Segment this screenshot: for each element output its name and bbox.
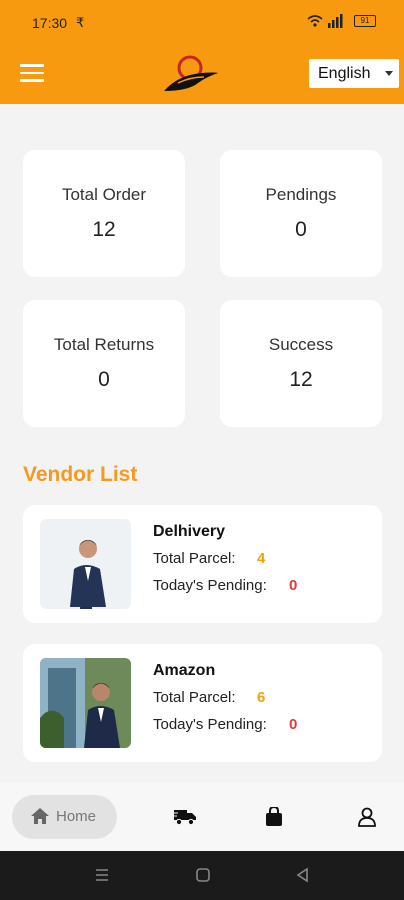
pending-count: 0 [289,577,298,594]
stat-card-total-returns[interactable]: Total Returns 0 [23,300,185,427]
battery-icon: 91 [354,15,376,27]
home-button-icon[interactable] [195,867,211,883]
profile-icon[interactable] [358,807,376,827]
stat-value: 12 [92,218,116,241]
system-navigation-bar [0,851,404,900]
app-header: 17:30 ₹ 91 English [0,0,404,104]
hamburger-line [20,64,44,67]
total-parcel-row: Total Parcel: 4 [153,550,265,567]
brand-logo [164,55,218,91]
stat-value: 0 [295,218,307,241]
bottom-navigation: Home [0,783,404,851]
status-time: 17:30 [32,15,68,31]
total-parcel-count: 6 [257,689,266,706]
stat-card-success[interactable]: Success 12 [220,300,382,427]
recent-apps-icon[interactable] [94,867,110,883]
language-selected: English [318,65,371,82]
vendor-card[interactable]: Delhivery Total Parcel: 4 Today's Pendin… [23,505,382,623]
vendor-photo [40,658,131,748]
wifi-signal-icon [307,14,343,28]
nav-home-label: Home [56,808,97,825]
pending-label: Today's Pending: [153,716,267,733]
back-icon[interactable] [295,867,311,883]
vendor-card[interactable]: Amazon Total Parcel: 6 Today's Pending: … [23,644,382,762]
total-parcel-row: Total Parcel: 6 [153,689,265,706]
language-select[interactable]: English [309,59,399,88]
pending-label: Today's Pending: [153,577,267,594]
stat-card-pendings[interactable]: Pendings 0 [220,150,382,277]
stat-value: 0 [98,368,110,391]
stat-card-total-order[interactable]: Total Order 12 [23,150,185,277]
vendor-photo [40,519,131,609]
pending-count: 0 [289,716,298,733]
stat-label: Success [268,335,334,354]
status-bar: 17:30 ₹ 91 [0,0,404,46]
total-parcel-count: 4 [257,550,266,567]
hamburger-line [20,71,44,74]
status-network-symbol: ₹ [76,15,85,30]
stat-label: Total Order [61,185,147,204]
stat-label: Pendings [265,185,337,204]
hamburger-line [20,79,44,82]
home-icon [31,808,49,824]
menu-button[interactable] [20,64,44,84]
vendor-name: Amazon [153,662,216,679]
total-parcel-label: Total Parcel: [153,689,236,706]
pending-row: Today's Pending: 0 [153,716,297,733]
vendor-list-title: Vendor List [23,463,138,486]
pending-row: Today's Pending: 0 [153,577,297,594]
delivery-truck-icon[interactable] [173,807,197,827]
nav-home[interactable]: Home [12,795,117,839]
total-parcel-label: Total Parcel: [153,550,236,567]
chevron-down-icon [385,71,393,76]
stat-value: 12 [289,368,313,391]
vendor-name: Delhivery [153,523,226,540]
battery-level: 91 [360,16,370,25]
stat-label: Total Returns [53,335,155,354]
shopping-bag-icon[interactable] [265,807,283,827]
